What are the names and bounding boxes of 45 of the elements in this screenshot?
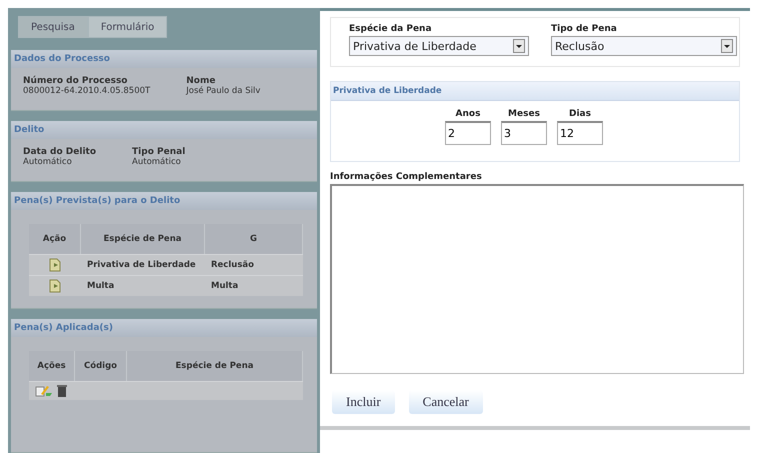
panel-title: Privativa de Liberdade [331, 82, 739, 101]
table-cell: Reclusão [205, 254, 303, 275]
number-field[interactable]: 3 [501, 121, 547, 145]
field-label: Tipo Penal [132, 147, 186, 157]
table-cell: Multa [205, 275, 303, 296]
page-icon[interactable] [49, 258, 61, 272]
especie-select[interactable]: Privativa de Liberdade [349, 36, 529, 56]
column-header: Código [75, 351, 127, 381]
column-header: Espécie de Pena [127, 351, 303, 381]
caret-icon [721, 39, 733, 53]
field-label: Meses [507, 109, 541, 119]
action-button[interactable]: Cancelar [408, 390, 483, 414]
field-label: Número do Processo [23, 76, 128, 86]
tab[interactable]: Formulário [88, 16, 168, 38]
field-label: Dias [568, 109, 592, 119]
field-label: Tipo de Pena [551, 24, 618, 34]
number-field[interactable]: 12 [557, 121, 603, 145]
field-value: Automático [23, 157, 73, 167]
field-label: Data do Delito [23, 147, 96, 157]
page-icon[interactable] [49, 279, 61, 293]
column-header: Espécie de Pena [81, 224, 205, 254]
trash-icon[interactable] [57, 385, 67, 397]
field-label: Espécie da Pena [349, 24, 433, 34]
field-label: Informações Complementares [330, 172, 483, 182]
info-textarea[interactable] [330, 184, 744, 374]
section-title: Dados do Processo [11, 50, 317, 68]
field-label: Nome [186, 76, 216, 86]
table-cell: Privativa de Liberdade [81, 254, 205, 275]
caret-icon [513, 39, 525, 53]
field-label: Anos [454, 109, 482, 119]
section-title: Delito [11, 121, 317, 139]
action-button[interactable]: Incluir [332, 390, 395, 414]
edit-icon[interactable] [35, 385, 53, 397]
number-field[interactable]: 2 [445, 121, 491, 145]
tipo-select[interactable]: Reclusão [551, 36, 737, 56]
tab[interactable]: Pesquisa [18, 16, 88, 38]
field-value: Automático [132, 157, 182, 167]
table-cell: Multa [81, 275, 205, 296]
column-header: Ação [29, 224, 81, 254]
column-header: Ações [29, 351, 75, 381]
section-title: Pena(s) Aplicada(s) [11, 319, 317, 337]
column-header: G [205, 224, 303, 254]
field-value: José Paulo da Silv [186, 86, 260, 96]
section-title: Pena(s) Prevista(s) para o Delito [11, 192, 317, 210]
field-value: 0800012-64.2010.4.05.8500T [23, 86, 150, 96]
